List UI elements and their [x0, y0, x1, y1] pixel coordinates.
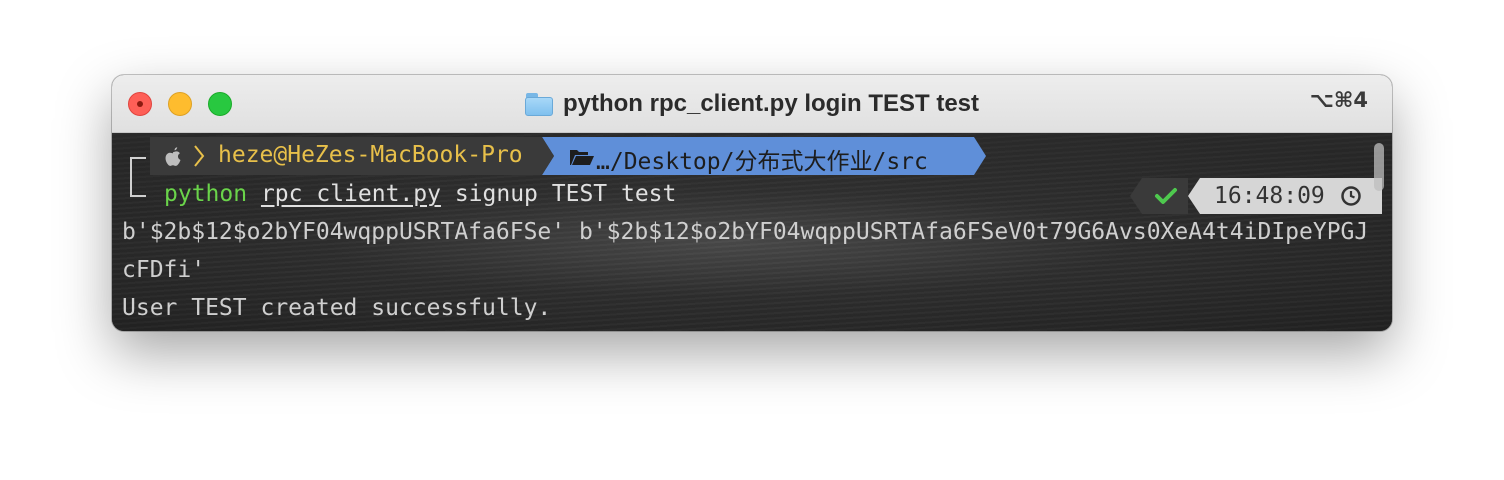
window-title-group: python rpc_client.py login TEST test	[112, 75, 1392, 133]
folder-icon	[524, 92, 553, 116]
chevron-right-icon	[194, 145, 205, 167]
window-title: python rpc_client.py login TEST test	[562, 90, 980, 117]
terminal-content[interactable]: heze@HeZes-MacBook-Pro …/Desktop/分布式大作业/…	[112, 133, 1392, 331]
command-file[interactable]: rpc_client.py	[261, 181, 441, 207]
command-program: python	[164, 181, 248, 207]
prompt-bracket-top	[130, 157, 146, 179]
prompt-path: …/Desktop/分布式大作业/src	[596, 149, 928, 175]
status-arrow	[1130, 178, 1142, 214]
apple-icon	[165, 147, 181, 166]
clock-icon	[1341, 186, 1361, 206]
window-shortcut: ⌥⌘4	[1309, 88, 1368, 112]
scrollbar[interactable]	[1374, 143, 1384, 191]
prompt-bracket-bottom	[130, 177, 146, 197]
output-line: User TEST created successfully.	[122, 295, 552, 321]
title-bar[interactable]: python rpc_client.py login TEST test ⌥⌘4	[112, 75, 1392, 133]
command-line: python rpc_client.py signup TEST test	[164, 181, 676, 207]
prompt-user-arrow	[542, 137, 554, 175]
terminal-window: python rpc_client.py login TEST test ⌥⌘4…	[112, 75, 1392, 331]
output-line: b'$2b$12$o2bYF04wqppUSRTAfa6FSe' b'$2b$1…	[122, 219, 1369, 245]
output-line: cFDfi'	[122, 257, 206, 283]
folder-open-icon	[570, 150, 594, 165]
prompt-user-host: heze@HeZes-MacBook-Pro	[218, 142, 523, 168]
time-arrow	[1188, 178, 1200, 214]
check-icon	[1155, 188, 1177, 204]
command-args: signup TEST test	[440, 181, 677, 207]
prompt-time: 16:48:09	[1214, 183, 1325, 209]
prompt-path-arrow	[974, 137, 986, 175]
